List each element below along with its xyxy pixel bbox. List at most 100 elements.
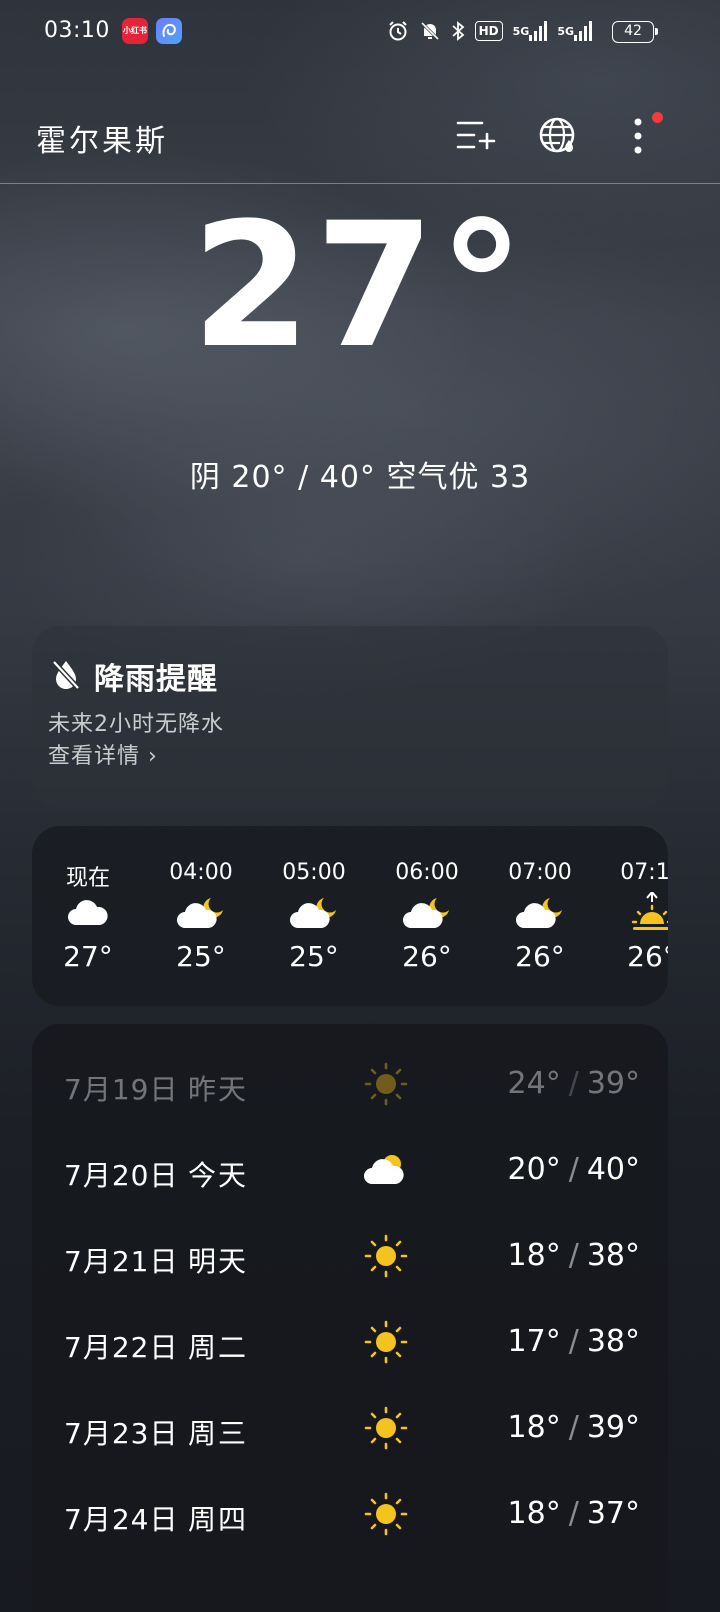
globe-icon: [539, 117, 575, 153]
daily-row[interactable]: 7月21日 明天 18°/38°: [32, 1212, 668, 1298]
signal-label: 5G: [512, 24, 530, 38]
day-label: 周二: [188, 1331, 249, 1364]
day-date: 7月20日: [64, 1159, 179, 1192]
current-temperature: 27°: [191, 185, 529, 386]
rain-alert-details-link[interactable]: 查看详情 ›: [48, 738, 158, 770]
day-low: 18°: [507, 1238, 561, 1273]
notification-dot: [652, 112, 663, 123]
temp-separator: /: [568, 1496, 579, 1531]
day-high: 38°: [586, 1324, 640, 1359]
day-high: 37°: [586, 1496, 640, 1531]
mute-bell-icon: [419, 20, 441, 42]
signal-icon: 5G: [513, 20, 548, 42]
sun-icon: [364, 1062, 408, 1106]
day-label: 周四: [188, 1503, 249, 1536]
day-label: 周三: [188, 1417, 249, 1450]
daily-row[interactable]: 7月22日 周二 17°/38°: [32, 1298, 668, 1384]
day-label: 今天: [188, 1159, 249, 1192]
day-date: 7月22日: [64, 1331, 179, 1364]
cloud-moon-icon: [490, 890, 590, 936]
cloud-moon-icon: [264, 890, 364, 936]
add-city-icon: [456, 121, 496, 150]
day-date: 7月23日: [64, 1417, 179, 1450]
temp-separator: /: [568, 1238, 579, 1273]
rain-alert-card[interactable]: 降雨提醒 未来2小时无降水 查看详情 ›: [32, 626, 668, 808]
rain-alert-subtitle: 未来2小时无降水: [48, 712, 224, 737]
day-temp-range: 20°/40°: [508, 1152, 640, 1187]
daily-forecast-card: 7月19日 昨天 24°/39° 7月20日 今天 20°/40° 7月21日 …: [32, 1024, 668, 1612]
hourly-item[interactable]: 07:00 26°: [490, 860, 590, 973]
hour-temp: 25°: [176, 940, 226, 973]
signal-label: 5G: [557, 24, 574, 38]
day-high: 39°: [586, 1066, 640, 1101]
sun-icon: [364, 1234, 408, 1278]
day-high: 38°: [586, 1238, 640, 1273]
cloud-sun-icon: [364, 1155, 404, 1184]
hour-temp: 25°: [289, 940, 339, 973]
header: 霍尔果斯: [0, 100, 720, 184]
day-label: 明天: [188, 1245, 249, 1278]
day-high: 40°: [586, 1152, 640, 1187]
hourly-item[interactable]: 05:00 25°: [264, 860, 364, 973]
add-city-button[interactable]: [454, 114, 498, 158]
hourly-item[interactable]: 06:00 26°: [377, 860, 477, 973]
hourly-forecast-card[interactable]: 现在 27° 04:00 25° 05:00 25° 06:00 26° 07:…: [32, 826, 668, 1006]
hour-time: 现在: [65, 866, 110, 891]
temp-separator: /: [568, 1066, 579, 1101]
sun-icon: [364, 1320, 408, 1364]
hour-time: 07:14: [620, 860, 668, 885]
app-notification-icon: [156, 18, 182, 44]
day-temp-range: 18°/39°: [508, 1410, 640, 1445]
city-name[interactable]: 霍尔果斯: [36, 116, 168, 160]
sun-icon: [364, 1492, 408, 1536]
cloud-moon-icon: [377, 890, 477, 936]
daily-row[interactable]: 7月23日 周三 18°/39°: [32, 1384, 668, 1470]
hourly-item[interactable]: 现在 27°: [38, 860, 138, 973]
temp-separator: /: [568, 1152, 579, 1187]
day-low: 17°: [507, 1324, 561, 1359]
day-date: 7月19日: [64, 1073, 179, 1106]
daily-row[interactable]: 7月20日 今天 20°/40°: [32, 1126, 668, 1212]
globe-button[interactable]: [536, 114, 580, 158]
more-icon: [634, 118, 642, 154]
cloud-icon: [38, 890, 138, 936]
status-bar: 03:10 小红书 HD 5G 5G 42: [0, 0, 720, 64]
hour-time: 07:00: [508, 860, 572, 885]
day-temp-range: 18°/38°: [508, 1238, 640, 1273]
hour-time: 04:00: [169, 860, 233, 885]
hour-temp: 27°: [63, 940, 113, 973]
bluetooth-icon: [451, 20, 465, 42]
day-low: 24°: [507, 1066, 561, 1101]
day-label: 昨天: [188, 1073, 249, 1106]
weather-summary[interactable]: 阴 20° / 40° 空气优 33: [0, 452, 720, 496]
hour-temp: 26°: [515, 940, 565, 973]
temp-separator: /: [568, 1324, 579, 1359]
day-temp-range: 24°/39°: [508, 1066, 640, 1101]
temp-separator: /: [568, 1410, 579, 1445]
day-date: 7月24日: [64, 1503, 179, 1536]
sunrise-icon: [602, 890, 668, 936]
day-low: 18°: [507, 1410, 561, 1445]
daily-row[interactable]: 7月19日 昨天 24°/39°: [32, 1040, 668, 1126]
hour-time: 05:00: [282, 860, 346, 885]
day-date: 7月21日: [64, 1245, 179, 1278]
hourly-item[interactable]: 04:00 25°: [151, 860, 251, 973]
day-high: 39°: [586, 1410, 640, 1445]
no-rain-icon: [52, 660, 80, 690]
hour-time: 06:00: [395, 860, 459, 885]
day-low: 18°: [507, 1496, 561, 1531]
hourly-item[interactable]: 07:14 26°: [602, 860, 668, 973]
rain-alert-title: 降雨提醒: [94, 662, 218, 697]
daily-row[interactable]: 7月24日 周四 18°/37°: [32, 1470, 668, 1556]
status-time: 03:10: [44, 18, 110, 43]
day-temp-range: 17°/38°: [508, 1324, 640, 1359]
sun-icon: [364, 1406, 408, 1450]
hour-temp: 26°: [627, 940, 668, 973]
alarm-icon: [387, 20, 409, 42]
hour-temp: 26°: [402, 940, 452, 973]
cloud-moon-icon: [151, 890, 251, 936]
day-temp-range: 18°/37°: [508, 1496, 640, 1531]
hd-voice-icon: HD: [474, 21, 503, 41]
signal-icon: 5G: [557, 20, 592, 42]
battery-icon: 42: [612, 21, 658, 43]
